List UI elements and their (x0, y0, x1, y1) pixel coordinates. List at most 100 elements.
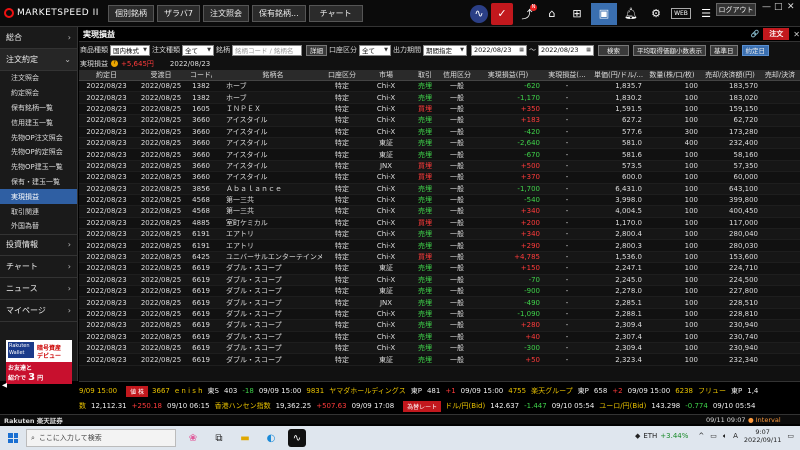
notification-center-icon[interactable]: ▭ (787, 432, 794, 440)
task-view-icon[interactable]: ⧉ (210, 429, 228, 447)
market-pulse-icon[interactable]: ∿ (470, 4, 488, 23)
table-row[interactable]: 2022/08/23 2022/08/25 3660 アイスタイル 特定 東証 売埋 一般 -2… (79, 137, 800, 150)
table-row[interactable]: 2022/08/23 2022/08/25 6619 ダブル・スコープ 特定 Chi-X 売… (79, 308, 800, 321)
table-row[interactable]: 2022/08/23 2022/08/25 6619 ダブル・スコープ 特定 東証 売埋 一般… (79, 354, 800, 366)
sidebar-item[interactable]: 実現損益 (0, 189, 77, 205)
table-row[interactable]: 2022/08/23 2022/08/25 4885 室町ケミカル 特定 Chi-X 買埋 一… (79, 217, 800, 230)
column-header[interactable]: 信用区分 (440, 70, 474, 80)
table-row[interactable]: 2022/08/23 2022/08/25 4568 第一三共 特定 Chi-X 売埋 一般 -… (79, 194, 800, 207)
minimize-icon[interactable]: — (762, 2, 771, 12)
web-icon[interactable]: WEB (670, 3, 692, 25)
symbol-search-input[interactable]: 銘柄コード / 銘柄名 (232, 44, 302, 56)
help-icon[interactable]: ? (111, 60, 118, 67)
sidebar-item[interactable]: 先物OP注文照会 (0, 130, 77, 145)
sidebar-section-orders[interactable]: 注文約定 ⌄ (0, 49, 77, 71)
scroll-left-icon[interactable]: ◀ (2, 381, 7, 389)
detail-button[interactable]: 詳細 (306, 44, 327, 56)
sidebar-item[interactable]: 外国為替 (0, 219, 77, 234)
table-row[interactable]: 2022/08/23 2022/08/25 6619 ダブル・スコープ 特定 Chi-X 売… (79, 320, 800, 332)
sidebar-section-overview[interactable]: 総合 › (0, 27, 77, 49)
product-type-select[interactable]: 国内株式 ▼ (110, 44, 150, 56)
base-date-trade-date-button[interactable]: 約定日 (741, 44, 769, 56)
table-row[interactable]: 2022/08/23 2022/08/25 3660 アイスタイル 特定 Chi-X 売埋 一… (79, 126, 800, 138)
tab-holdings[interactable]: 保有銘柄... (252, 4, 306, 22)
settings-gear-icon[interactable]: ⚙ (645, 3, 667, 25)
sidebar-section[interactable]: マイページ › (0, 300, 77, 322)
table-row[interactable]: 2022/08/23 2022/08/25 6425 ユニバーサルエンターテインメン 特… (79, 251, 800, 264)
date-from-input[interactable]: 2022/08/23 ▦ (471, 44, 527, 56)
date-to-input[interactable]: 2022/08/23 ▦ (538, 44, 594, 56)
sidebar-item[interactable]: 先物OP約定照会 (0, 145, 77, 160)
link-icon[interactable]: 🔗 (751, 30, 760, 38)
sidebar-item[interactable]: 注文照会 (0, 71, 77, 86)
table-row[interactable]: 2022/08/23 2022/08/25 6191 エアトリ 特定 Chi-X 売埋 一般 +… (79, 240, 800, 252)
taskbar-search-input[interactable]: ⌕ ここに入力して検索 (26, 429, 176, 447)
column-header[interactable]: 約定日 (79, 70, 134, 80)
sidebar-section[interactable]: チャート › (0, 256, 77, 278)
column-header[interactable]: 取引 (410, 70, 440, 80)
taskbar-clock[interactable]: 9:07 2022/09/11 (744, 428, 781, 444)
column-header[interactable]: 実現損益(円) (474, 70, 542, 80)
column-header[interactable]: 市場 (362, 70, 410, 80)
table-row[interactable]: 2022/08/23 2022/08/25 3660 アイスタイル 特定 JNX 買埋 一般 +… (79, 160, 800, 173)
sidebar-item[interactable]: 取引関連 (0, 204, 77, 219)
column-header[interactable]: 銘柄名 (212, 70, 322, 80)
table-row[interactable]: 2022/08/23 2022/08/25 6619 ダブル・スコープ 特定 Chi-X 売… (79, 342, 800, 355)
search-button[interactable]: 検索 (598, 44, 629, 56)
sidebar-item[interactable]: 先物OP建玉一覧 (0, 160, 77, 175)
column-header[interactable]: 売却/決済 (760, 70, 800, 80)
account-type-select[interactable]: 全て ▼ (359, 44, 391, 56)
logout-button[interactable]: ログアウト (716, 3, 756, 16)
table-row[interactable]: 2022/08/23 2022/08/25 6619 ダブル・スコープ 特定 東証 売埋 一般… (79, 263, 800, 275)
volume-icon[interactable]: 🔈︎ (723, 432, 727, 441)
bell-icon[interactable]: 🔔︎ (620, 3, 642, 25)
table-row[interactable]: 2022/08/23 2022/08/25 6619 ダブル・スコープ 特定 Chi-X 売… (79, 274, 800, 287)
table-row[interactable]: 2022/08/23 2022/08/25 3660 アイスタイル 特定 Chi-X 買埋 一… (79, 172, 800, 184)
order-button[interactable]: 注文 (763, 28, 790, 40)
panel-close-icon[interactable]: ✕ (793, 30, 800, 39)
rakuten-analysis-icon[interactable]: ✓ (491, 2, 513, 25)
order-type-select[interactable]: 全て ▼ (182, 44, 214, 56)
sidebar-item[interactable]: 保有・建玉一覧 (0, 175, 77, 190)
tray-arrow-icon[interactable]: ^ (698, 432, 704, 440)
sidebar-item[interactable]: 信用建玉一覧 (0, 115, 77, 130)
table-row[interactable]: 2022/08/23 2022/08/25 6619 ダブル・スコープ 特定 JNX 売埋 一… (79, 297, 800, 309)
network-icon[interactable]: ▭ (710, 432, 717, 440)
period-select[interactable]: 期間指定 ▼ (423, 44, 467, 56)
table-row[interactable]: 2022/08/23 2022/08/25 4568 第一三共 特定 Chi-X 売埋 一般 +… (79, 206, 800, 218)
tab-chart[interactable]: チャート (308, 4, 363, 22)
menu-icon[interactable]: ☰ (695, 3, 717, 25)
column-header[interactable]: 実現損益(... (542, 70, 592, 80)
table-row[interactable]: 2022/08/23 2022/08/25 3856 Ａｂａｌａｎｃｅ 特定 Chi-X 売… (79, 183, 800, 195)
column-header[interactable]: 売却/決済額(円) (700, 70, 760, 80)
marketspeed-app-icon[interactable]: ∿ (288, 429, 306, 447)
table-row[interactable]: 2022/08/23 2022/08/25 1382 ホーブ 特定 Chi-X 売埋 一般 -1… (79, 92, 800, 104)
windows-start-icon[interactable] (8, 433, 18, 443)
close-icon[interactable]: ✕ (787, 2, 795, 12)
table-row[interactable]: 2022/08/23 2022/08/25 6191 エアトリ 特定 Chi-X 売埋 一般 +… (79, 229, 800, 241)
trend-icon[interactable]: ⤴ N (516, 3, 538, 25)
home-icon[interactable]: ⌂ (541, 3, 563, 25)
rakuten-wallet-banner[interactable]: Rakuten Wallet 暗号資産 デビュー お友達と 紹介で 3 円 (6, 340, 72, 384)
sidebar-section[interactable]: ニュース › (0, 278, 77, 300)
table-row[interactable]: 2022/08/23 2022/08/25 1382 ホーブ 特定 Chi-X 売埋 一般 -6… (79, 81, 800, 93)
sidebar-item[interactable]: 約定照会 (0, 86, 77, 101)
avg-price-decimal-button[interactable]: 平均取得価額小数表示 (633, 44, 706, 56)
flower-app-icon[interactable]: ❀ (184, 429, 202, 447)
tab-individual-stock[interactable]: 個別銘柄 (108, 4, 154, 22)
table-row[interactable]: 2022/08/23 2022/08/25 1605 ＩＮＰＥＸ 特定 Chi-X 買埋 一般… (79, 103, 800, 116)
table-row[interactable]: 2022/08/23 2022/08/25 3660 アイスタイル 特定 東証 売埋 一般 -6… (79, 149, 800, 161)
explorer-folder-icon[interactable]: ▬ (236, 429, 254, 447)
column-header[interactable]: 受渡日 (134, 70, 188, 80)
column-header[interactable]: 単価(円/ドル/... (592, 70, 644, 80)
tab-zaraba[interactable]: ザラバ7 (157, 4, 201, 22)
table-row[interactable]: 2022/08/23 2022/08/25 6619 ダブル・スコープ 特定 東証 売埋 一般… (79, 286, 800, 298)
column-header[interactable]: コード/... (188, 70, 212, 80)
column-header[interactable]: 数量(株/口/枚) (644, 70, 700, 80)
ime-indicator[interactable]: A (733, 432, 738, 440)
column-header[interactable]: 口座区分 (322, 70, 362, 80)
table-row[interactable]: 2022/08/23 2022/08/25 6619 ダブル・スコープ 特定 Chi-X 売… (79, 331, 800, 343)
edge-browser-icon[interactable]: ◐ (262, 429, 280, 447)
add-window-icon[interactable]: ⊞ (566, 3, 588, 25)
tab-order-inquiry[interactable]: 注文照会 (203, 4, 250, 22)
